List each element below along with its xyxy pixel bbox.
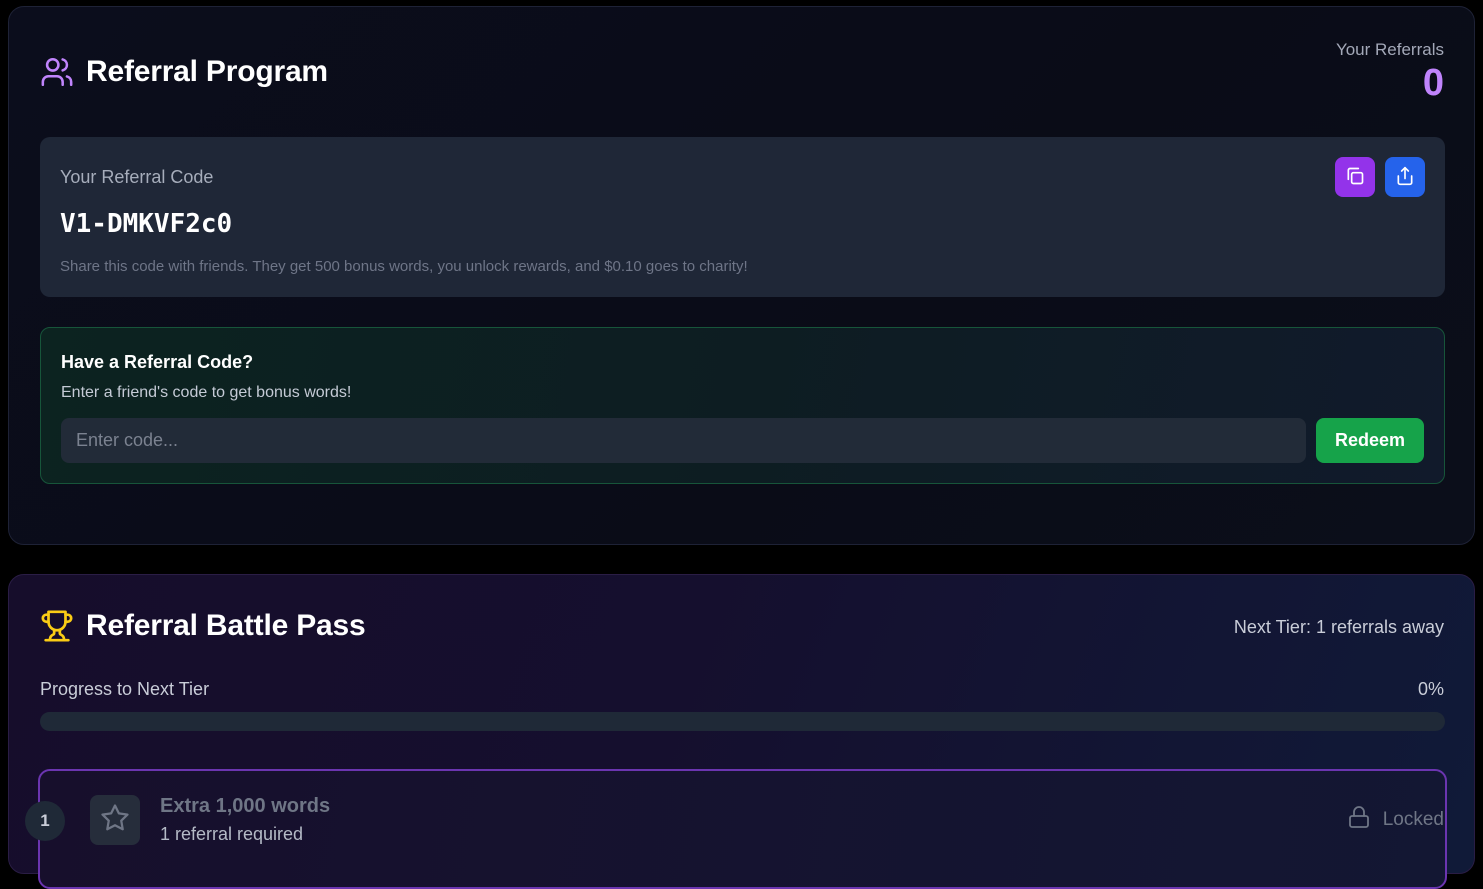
referral-code-label: Your Referral Code xyxy=(60,167,214,187)
redeem-subtitle: Enter a friend's code to get bonus words… xyxy=(61,384,352,401)
referral-code-value[interactable]: V1-DMKVF2c0 xyxy=(60,209,232,239)
progress-percent: 0% xyxy=(1417,679,1444,699)
referral-code-panel: Your Referral Code V1-DMKVF2c0 Share thi… xyxy=(40,137,1445,297)
share-icon xyxy=(1395,166,1415,189)
copy-icon xyxy=(1345,166,1365,189)
next-tier-text: Next Tier: 1 referrals away xyxy=(1233,617,1444,637)
users-icon xyxy=(40,55,74,89)
referrals-count: 0 xyxy=(1422,62,1444,104)
redeem-title: Have a Referral Code? xyxy=(61,352,254,372)
redeem-code-input[interactable] xyxy=(61,418,1306,463)
tier-status: Locked xyxy=(1347,805,1444,835)
progress-bar xyxy=(40,712,1445,731)
tier-number-badge: 1 xyxy=(25,801,65,841)
referral-program-card: Referral Program Your Referrals 0 Your R… xyxy=(8,6,1475,545)
referral-header: Referral Program xyxy=(40,55,328,89)
copy-code-button[interactable] xyxy=(1335,157,1375,197)
share-code-button[interactable] xyxy=(1385,157,1425,197)
tier-requirement: 1 referral required xyxy=(160,824,304,844)
battle-pass-title: Referral Battle Pass xyxy=(86,609,366,642)
redeem-code-panel: Have a Referral Code? Enter a friend's c… xyxy=(40,327,1445,484)
tier-status-label: Locked xyxy=(1382,809,1444,830)
battle-pass-card: Referral Battle Pass Next Tier: 1 referr… xyxy=(8,574,1475,889)
battle-pass-header: Referral Battle Pass xyxy=(40,609,366,643)
tier-reward-title: Extra 1,000 words xyxy=(160,795,331,817)
referrals-stat: Your Referrals 0 xyxy=(1336,40,1444,106)
tier-reward-icon-box xyxy=(90,795,140,845)
lock-icon xyxy=(1347,805,1371,835)
redeem-button[interactable]: Redeem xyxy=(1316,418,1424,463)
page-title: Referral Program xyxy=(86,55,328,88)
trophy-icon xyxy=(40,609,74,643)
progress-label: Progress to Next Tier xyxy=(40,679,210,699)
star-icon xyxy=(100,803,130,838)
referrals-label: Your Referrals xyxy=(1335,40,1444,59)
referral-code-hint: Share this code with friends. They get 5… xyxy=(60,258,748,275)
